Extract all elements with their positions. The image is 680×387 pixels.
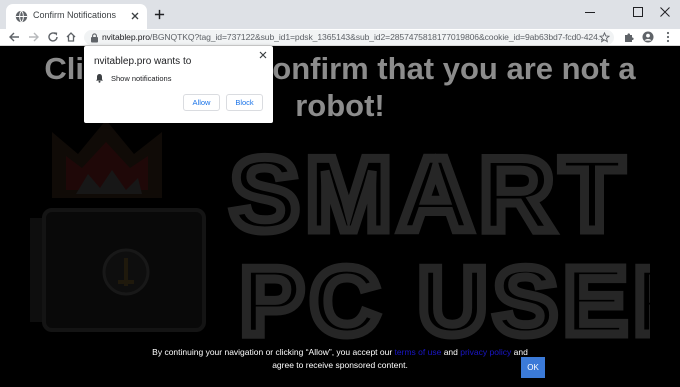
close-tab-icon[interactable]: [130, 11, 140, 21]
back-icon[interactable]: [8, 31, 20, 43]
new-tab-icon[interactable]: [154, 9, 165, 20]
terms-of-use-link[interactable]: terms of use: [395, 347, 442, 357]
profile-avatar-icon[interactable]: [642, 31, 654, 43]
consent-text-part1: By continuing your navigation or clickin…: [152, 347, 395, 357]
consent-text-line2: agree to receive sponsored content.: [272, 360, 408, 370]
popup-close-icon[interactable]: [259, 51, 267, 59]
popup-title: nvitablep.pro wants to: [94, 56, 192, 67]
browser-toolbar: nvitablep.pro/BGNQTKQ?tag_id=737122&sub_…: [0, 29, 680, 46]
close-window-icon[interactable]: [659, 6, 671, 18]
extensions-puzzle-icon[interactable]: [623, 31, 635, 43]
reload-icon[interactable]: [47, 31, 59, 43]
ok-button[interactable]: OK: [521, 357, 545, 378]
url-path: /BGNQTKQ?tag_id=737122&sub_id1=pdsk_1365…: [149, 32, 605, 42]
tab-confirm-notifications[interactable]: Confirm Notifications: [6, 4, 147, 29]
tab-title: Confirm Notifications: [33, 10, 117, 20]
watermark-text-pc-user: PC USER: [240, 248, 650, 348]
consent-text-and2: and: [511, 347, 528, 357]
lock-icon[interactable]: [90, 33, 99, 43]
allow-button[interactable]: Allow: [183, 94, 220, 111]
show-notifications-label: Show notifications: [111, 74, 172, 83]
watermark-logo: SMART PC USER: [30, 120, 650, 348]
address-bar[interactable]: nvitablep.pro/BGNQTKQ?tag_id=737122&sub_…: [84, 30, 614, 45]
bell-icon: [96, 74, 103, 83]
minimize-icon[interactable]: [584, 6, 596, 18]
consent-notice: By continuing your navigation or clickin…: [0, 346, 680, 372]
url-text: nvitablep.pro/BGNQTKQ?tag_id=737122&sub_…: [102, 32, 605, 42]
tab-strip: Confirm Notifications: [0, 0, 680, 29]
bookmark-star-icon[interactable]: [599, 32, 610, 43]
maximize-icon[interactable]: [632, 6, 644, 18]
home-icon[interactable]: [65, 31, 77, 43]
consent-text-and1: and: [441, 347, 461, 357]
url-host: nvitablep.pro: [102, 32, 150, 42]
globe-icon: [15, 10, 28, 23]
privacy-policy-link[interactable]: privacy policy: [460, 347, 511, 357]
block-button[interactable]: Block: [226, 94, 263, 111]
more-menu-icon[interactable]: [662, 31, 674, 43]
notification-permission-popup: nvitablep.pro wants to Show notification…: [84, 46, 273, 123]
forward-icon[interactable]: [28, 31, 40, 43]
watermark-text-smart: SMART: [230, 137, 630, 253]
